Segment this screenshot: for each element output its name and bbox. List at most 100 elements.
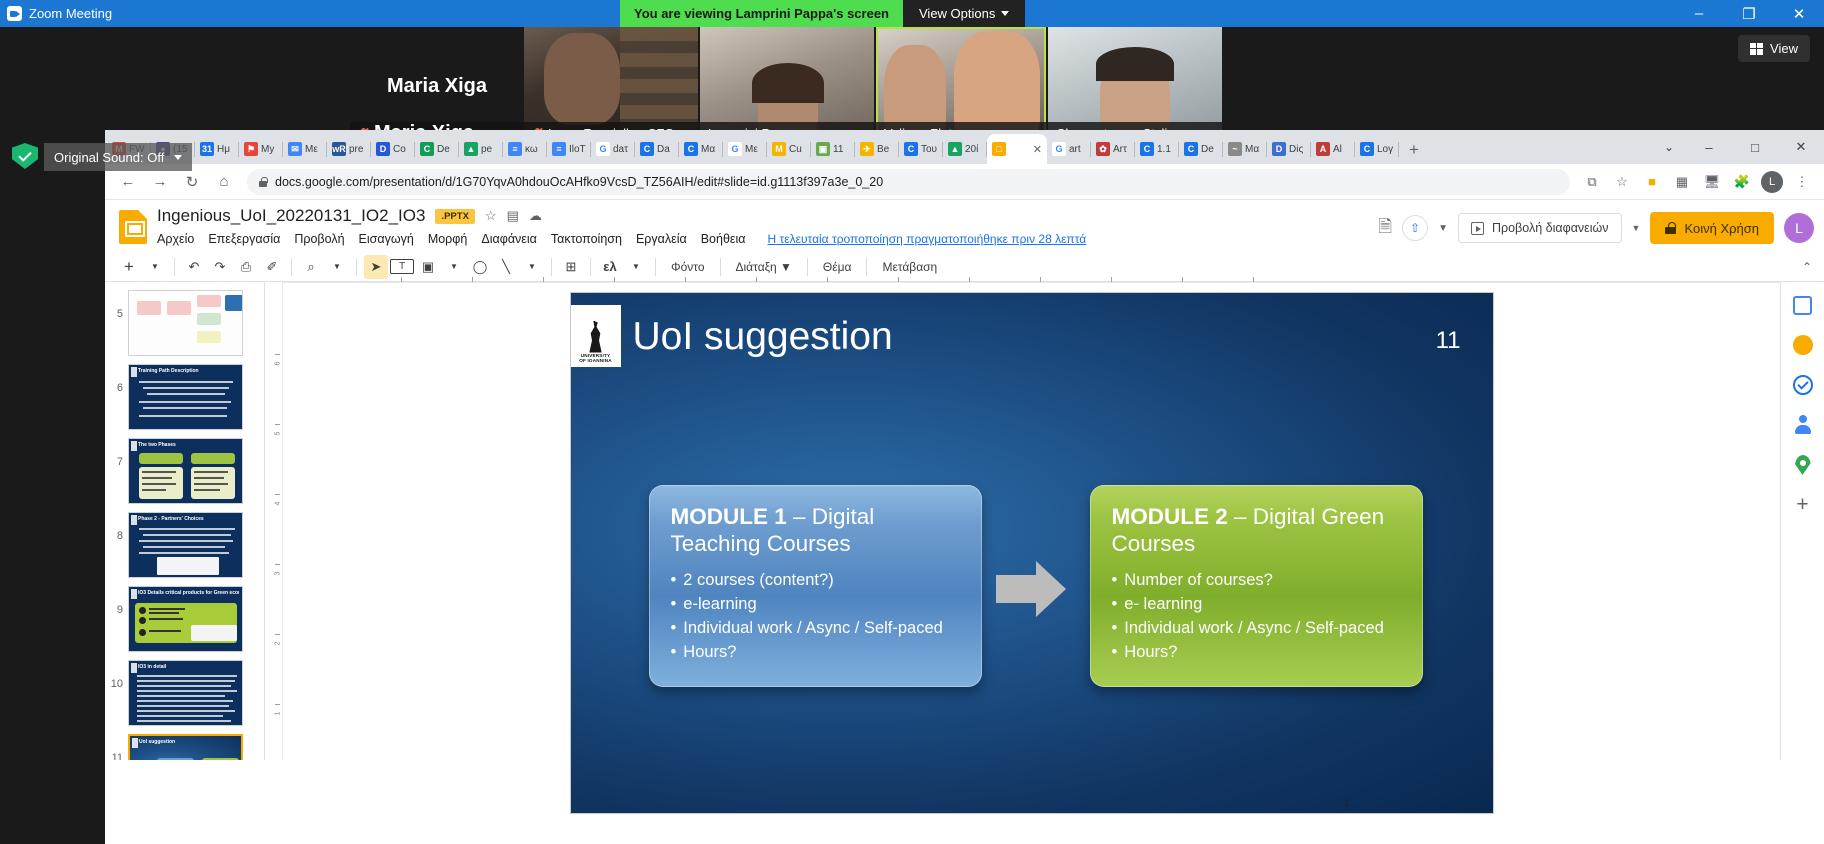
textbox-tool-button[interactable]: T — [390, 259, 414, 274]
module-1-card[interactable]: MODULE 1 – Digital Teaching Courses 2 co… — [648, 485, 982, 687]
browser-tab[interactable]: C 1.1 — [1135, 134, 1179, 164]
star-icon[interactable]: ☆ — [485, 208, 497, 224]
transition-button[interactable]: Μετάβαση — [874, 260, 945, 274]
present-options-chevron-icon[interactable]: ▼ — [1632, 223, 1641, 233]
share-button[interactable]: Κοινή Χρήση — [1650, 212, 1774, 244]
paint-format-button[interactable]: ✐ — [260, 255, 284, 279]
zoom-chevron-icon[interactable]: ▼ — [325, 255, 349, 279]
cast-icon[interactable]: 🖥 — [1698, 168, 1726, 196]
tab-search-button[interactable]: ⌄ — [1652, 140, 1686, 154]
menu-item-insert[interactable]: Εισαγωγή — [359, 232, 414, 246]
zoom-maximize-button[interactable]: ❐ — [1724, 0, 1774, 27]
browser-tab[interactable]: ≡ κω — [503, 134, 547, 164]
menu-item-file[interactable]: Αρχείο — [157, 232, 194, 246]
bookmark-star-icon[interactable]: ☆ — [1608, 168, 1636, 196]
reload-button[interactable]: ↻ — [177, 167, 207, 197]
browser-tab[interactable]: ~ Mα — [1223, 134, 1267, 164]
thumbnail-row[interactable]: 5 — [105, 286, 264, 360]
browser-tab[interactable]: ⚑ My — [239, 134, 283, 164]
maps-icon[interactable] — [1790, 452, 1816, 478]
menu-item-tools[interactable]: Εργαλεία — [636, 232, 687, 246]
browser-tab[interactable]: ≡ IloΤ — [547, 134, 591, 164]
participant-tile-active[interactable]: Veliana Zlateva — [876, 27, 1046, 145]
view-options-button[interactable]: View Options — [903, 0, 1026, 27]
back-button[interactable]: ← — [113, 167, 143, 197]
insert-table-button[interactable]: ⊞ — [559, 255, 583, 279]
thumbnail-row[interactable]: 8 Phase 2 - Partners' Choices — [105, 508, 264, 582]
slide-title[interactable]: UoI suggestion — [633, 315, 893, 359]
view-layout-button[interactable]: View — [1738, 35, 1810, 62]
browser-tab[interactable]: D Co — [371, 134, 415, 164]
browser-tab[interactable]: 31 Hμ — [195, 134, 239, 164]
thumbnail-row[interactable]: 10 IO3 in detail — [105, 656, 264, 730]
new-tab-button[interactable]: + — [1399, 140, 1429, 164]
chrome-menu-icon[interactable]: ⋮ — [1788, 168, 1816, 196]
document-title[interactable]: Ingenious_UoI_20220131_IO2_IO3 — [157, 206, 425, 226]
print-button[interactable]: ⎙ — [234, 255, 258, 279]
thumbnail-selected[interactable]: UoI suggestion — [128, 734, 243, 760]
browser-tab[interactable]: ✉ Mε — [283, 134, 327, 164]
collapse-toolbar-button[interactable]: ⌃ — [1802, 260, 1812, 274]
add-addon-icon[interactable]: + — [1790, 492, 1816, 518]
thumbnail[interactable]: IO3 in detail — [128, 660, 243, 726]
redo-button[interactable]: ↷ — [208, 255, 232, 279]
current-slide[interactable]: UNIVERSITY OF IOANNINA UoI suggestion 11… — [570, 293, 1493, 813]
extension-grid-icon[interactable]: ▦ — [1668, 168, 1696, 196]
address-bar[interactable]: docs.google.com/presentation/d/1G70YqvA0… — [247, 168, 1570, 195]
browser-tab-active[interactable]: □ ✕ — [987, 134, 1047, 164]
participant-tile[interactable]: Maria Xiga Maria Xiga — [350, 27, 524, 145]
participant-tile[interactable]: Ivana Russiello - SFC - ... — [524, 27, 698, 145]
keep-note-icon[interactable] — [1790, 332, 1816, 358]
browser-tab[interactable]: C De — [415, 134, 459, 164]
special-characters-button[interactable]: ελ — [598, 255, 622, 279]
browser-tab[interactable]: Gdaτ — [591, 134, 635, 164]
thumbnail[interactable]: IO3 Details critical products for Green … — [128, 586, 243, 652]
thumbnail[interactable]: The two Phases — [128, 438, 243, 504]
forward-button[interactable]: → — [145, 167, 175, 197]
zoom-button[interactable]: ⌕ — [299, 255, 323, 279]
menu-item-slide[interactable]: Διαφάνεια — [481, 232, 537, 246]
module-2-card[interactable]: MODULE 2 – Digital Green Courses Number … — [1089, 485, 1423, 687]
browser-tab[interactable]: wR pre — [327, 134, 371, 164]
browser-tab[interactable]: ▲ pe — [459, 134, 503, 164]
browser-tab[interactable]: ✈ Be — [855, 134, 899, 164]
browser-tab[interactable]: A Al — [1311, 134, 1355, 164]
chevron-down-icon[interactable]: ▼ — [1438, 223, 1448, 234]
thumbnail-row[interactable]: 7 The two Phases — [105, 434, 264, 508]
browser-tab[interactable]: C Da — [635, 134, 679, 164]
browser-tab[interactable]: C De — [1179, 134, 1223, 164]
present-button[interactable]: Προβολή διαφανειών — [1457, 213, 1622, 243]
undo-button[interactable]: ↶ — [182, 255, 206, 279]
browser-tab[interactable]: ✿ Arτ — [1091, 134, 1135, 164]
new-slide-button[interactable]: + — [117, 255, 141, 279]
slide-canvas-area[interactable]: UNIVERSITY OF IOANNINA UoI suggestion 11… — [283, 283, 1780, 813]
menu-item-help[interactable]: Βοήθεια — [701, 232, 746, 246]
window-close-button[interactable]: ✕ — [1778, 139, 1824, 155]
new-slide-chevron-icon[interactable]: ▼ — [143, 255, 167, 279]
share-icon[interactable]: ⧉ — [1578, 168, 1606, 196]
tasks-icon[interactable] — [1790, 372, 1816, 398]
participant-tile[interactable]: Lamprini Pappa — [700, 27, 874, 145]
thumbnail[interactable] — [128, 290, 243, 356]
slide-thumbnail-panel[interactable]: 5 6 Training Path Description 7 The two Phas… — [105, 282, 265, 760]
browser-tab[interactable]: C Mα — [679, 134, 723, 164]
thumbnail-row[interactable]: 9 IO3 Details critical products for Green… — [105, 582, 264, 656]
menu-item-view[interactable]: Προβολή — [294, 232, 344, 246]
browser-tab[interactable]: C Toυ — [899, 134, 943, 164]
zoom-minimize-button[interactable]: – — [1674, 0, 1724, 27]
special-chevron-icon[interactable]: ▼ — [624, 255, 648, 279]
zoom-close-button[interactable]: ✕ — [1774, 0, 1824, 27]
window-maximize-button[interactable]: □ — [1732, 140, 1778, 155]
line-chevron-icon[interactable]: ▼ — [520, 255, 544, 279]
comment-icon[interactable] — [1790, 292, 1816, 318]
window-minimize-button[interactable]: – — [1686, 140, 1732, 155]
browser-tab[interactable]: Gart — [1047, 134, 1091, 164]
browser-tab[interactable]: C Loγ — [1355, 134, 1399, 164]
line-tool-button[interactable]: ╲ — [494, 255, 518, 279]
tab-close-icon[interactable]: ✕ — [1033, 143, 1042, 156]
home-button[interactable]: ⌂ — [209, 167, 239, 197]
original-sound-indicator[interactable]: Original Sound: Off — [44, 143, 193, 171]
insert-image-button[interactable]: ▣ — [416, 255, 440, 279]
browser-tab[interactable]: ▲ 20ί — [943, 134, 987, 164]
menu-item-format[interactable]: Μορφή — [428, 232, 468, 246]
